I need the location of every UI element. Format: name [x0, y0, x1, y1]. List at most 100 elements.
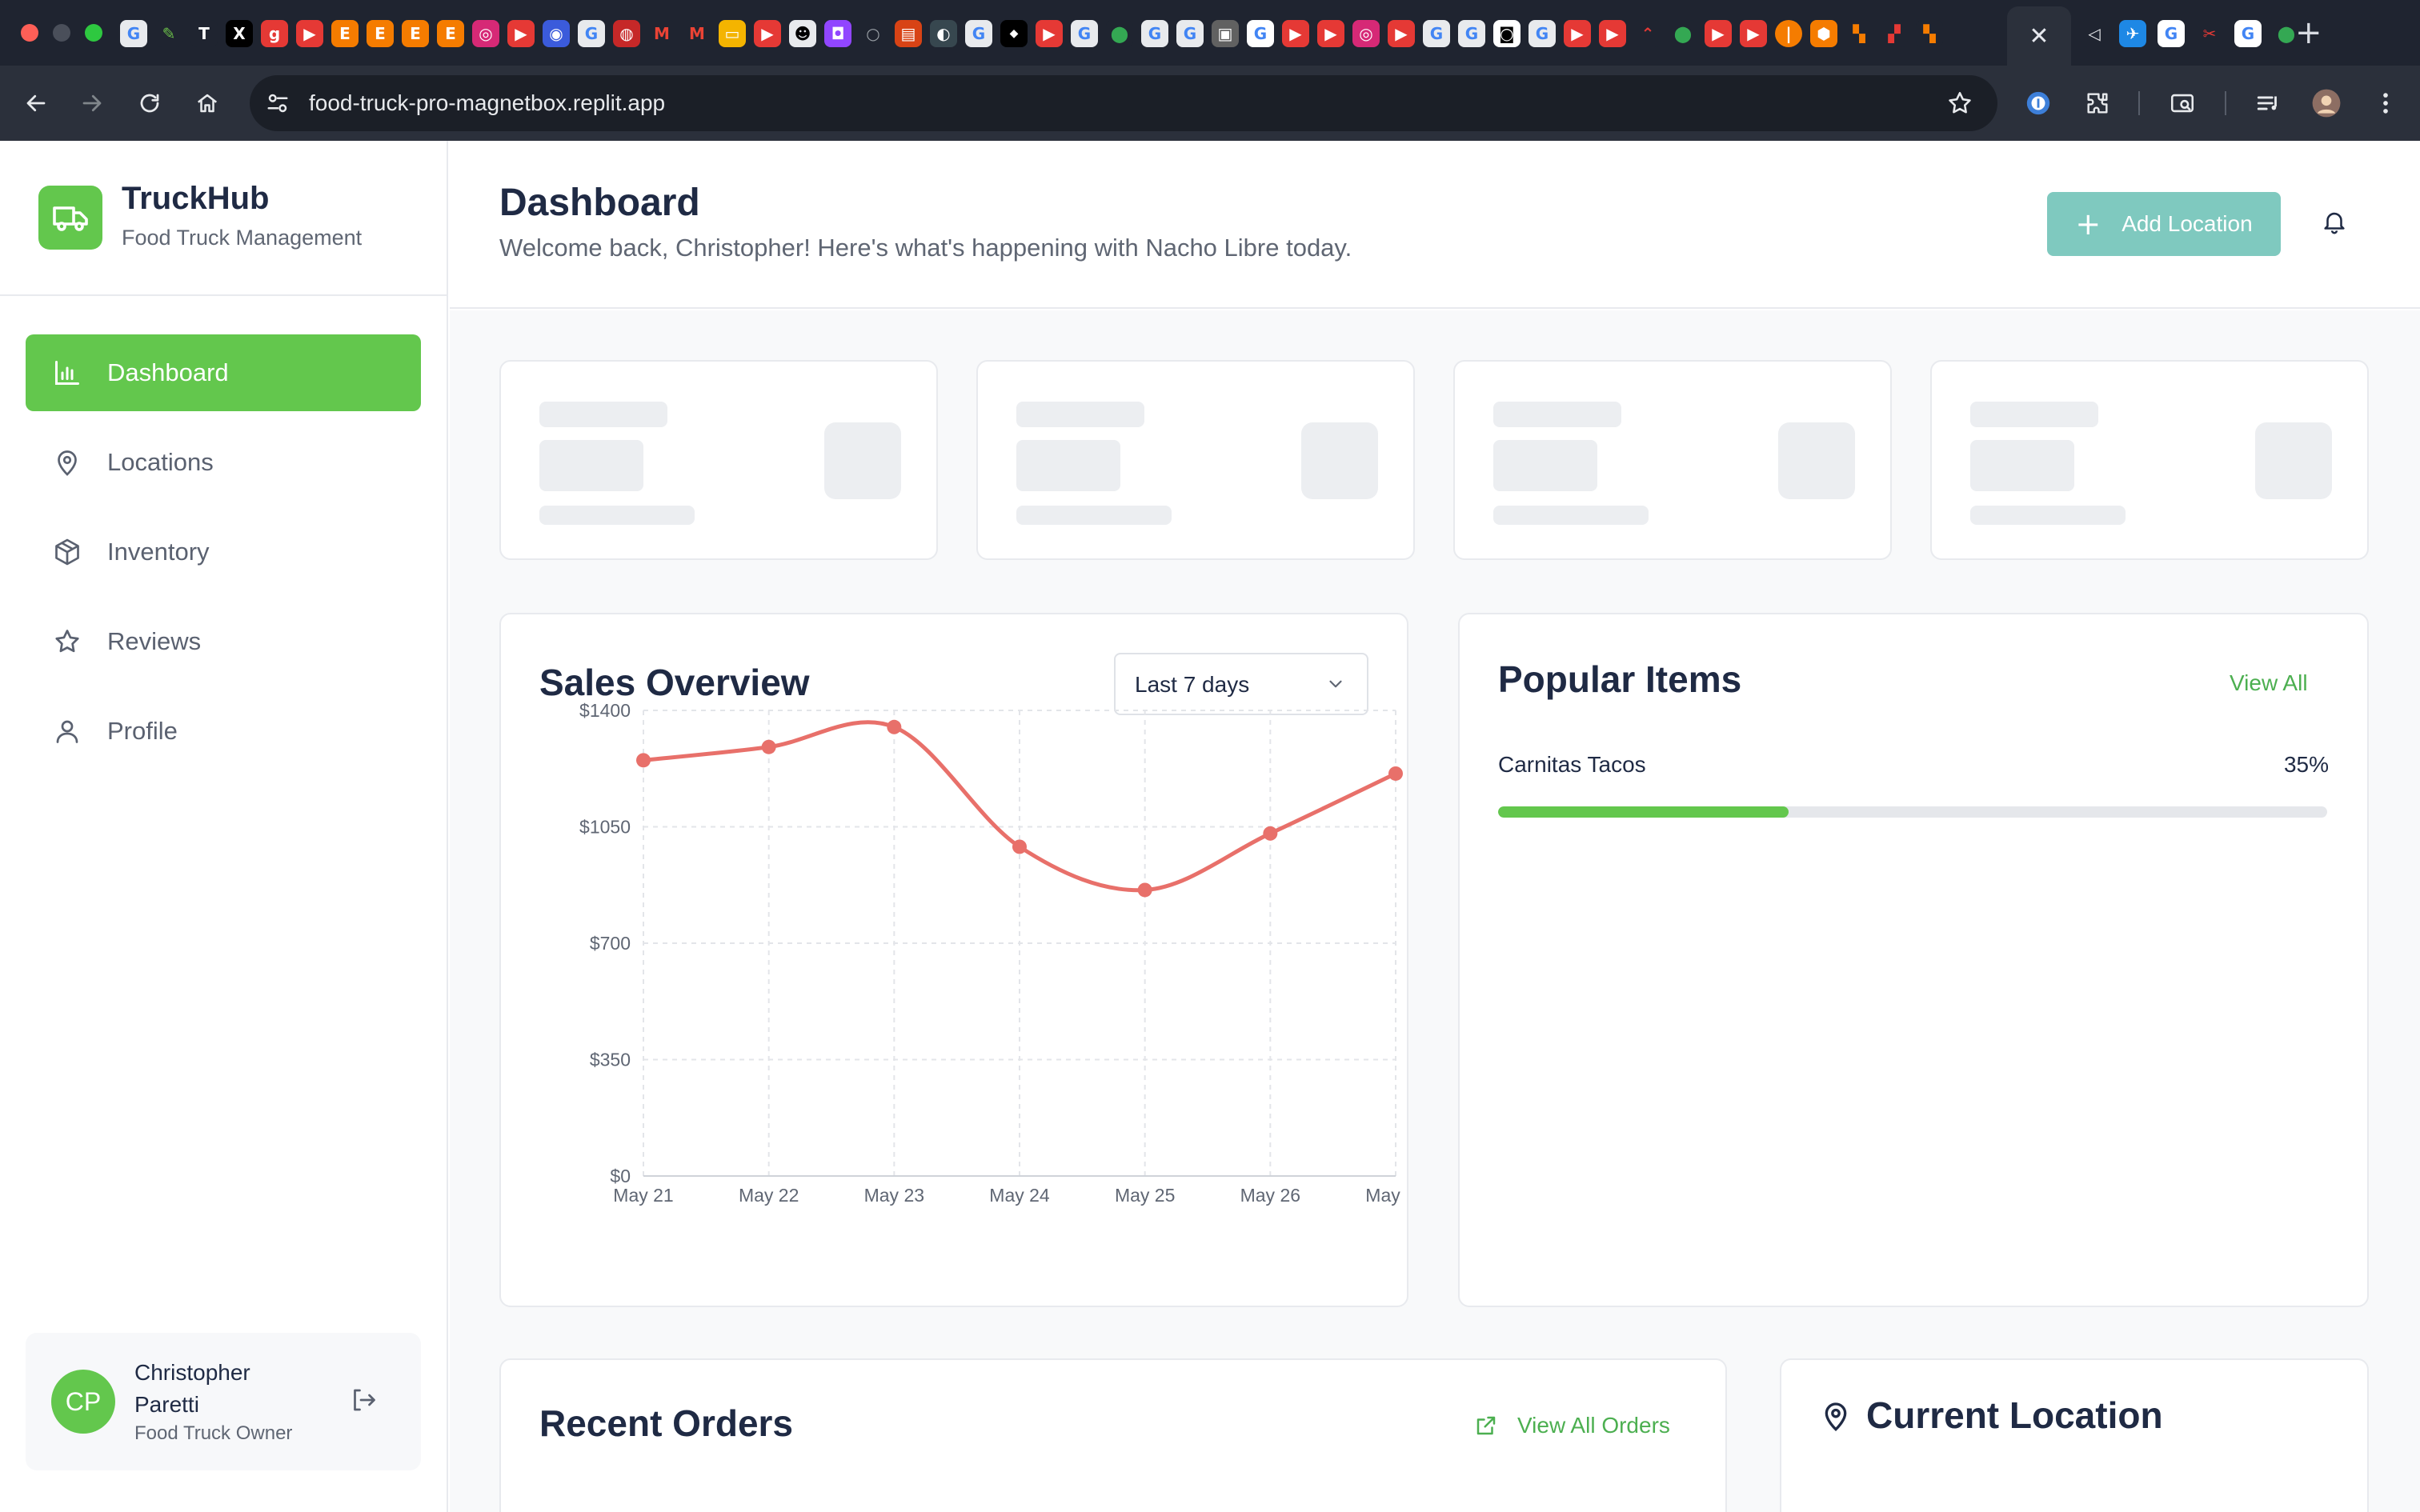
- tab-search-icon[interactable]: [2162, 83, 2202, 123]
- media-queue-icon[interactable]: [2249, 83, 2289, 123]
- maximize-window-icon[interactable]: [85, 24, 102, 42]
- profile-avatar-icon[interactable]: [2306, 83, 2346, 123]
- slides-tab-icon[interactable]: ▭: [719, 20, 746, 47]
- active-tab[interactable]: ✕: [2007, 6, 2071, 66]
- sidebar-item-inventory[interactable]: Inventory: [26, 514, 421, 590]
- google-tab-icon[interactable]: G: [1458, 20, 1485, 47]
- app-tab-icon[interactable]: ▚: [1916, 20, 1943, 47]
- instagram-tab-icon[interactable]: ◎: [472, 20, 499, 47]
- browser-menu-icon[interactable]: [2366, 83, 2406, 123]
- sidebar-item-dashboard[interactable]: Dashboard: [26, 334, 421, 411]
- app-tab-icon[interactable]: ◐: [930, 20, 957, 47]
- etsy-tab-icon[interactable]: E: [331, 20, 359, 47]
- password-manager-icon[interactable]: [2018, 83, 2058, 123]
- sidebar: TruckHub Food Truck Management Dashboard…: [0, 141, 448, 1512]
- youtube-tab-icon[interactable]: ▶: [1564, 20, 1591, 47]
- google-tab-icon[interactable]: G: [2234, 20, 2262, 47]
- maps-tab-icon[interactable]: ⬤: [1669, 20, 1697, 47]
- toolbar-separator: [2138, 91, 2140, 115]
- app-tab-icon[interactable]: ▤: [895, 20, 922, 47]
- etsy-tab-icon[interactable]: E: [367, 20, 394, 47]
- etsy-tab-icon[interactable]: E: [437, 20, 464, 47]
- close-window-icon[interactable]: [21, 24, 38, 42]
- address-bar[interactable]: food-truck-pro-magnetbox.replit.app: [250, 75, 1997, 131]
- youtube-tab-icon[interactable]: ▶: [1599, 20, 1626, 47]
- youtube-tab-icon[interactable]: ▶: [296, 20, 323, 47]
- reload-icon[interactable]: [130, 83, 170, 123]
- app-tab-icon[interactable]: ✈: [2119, 20, 2146, 47]
- app-tab-icon[interactable]: ◍: [613, 20, 640, 47]
- close-tab-icon[interactable]: ✕: [2029, 22, 2049, 50]
- google-tab-icon[interactable]: G: [965, 20, 992, 47]
- view-all-link[interactable]: View All: [2230, 670, 2308, 696]
- forward-icon[interactable]: [72, 83, 112, 123]
- gmail-tab-icon[interactable]: M: [683, 20, 711, 47]
- maps-tab-icon[interactable]: ⬤: [1106, 20, 1133, 47]
- sidebar-item-reviews[interactable]: Reviews: [26, 603, 421, 680]
- app-tab-icon[interactable]: ☻: [789, 20, 816, 47]
- skeleton-line: [539, 506, 695, 525]
- speaker-tab-icon[interactable]: ◁: [2081, 20, 2108, 47]
- loading-tab-icon[interactable]: ○: [859, 20, 887, 47]
- logout-icon[interactable]: [349, 1386, 381, 1418]
- youtube-tab-icon[interactable]: ▶: [754, 20, 781, 47]
- sidebar-item-profile[interactable]: Profile: [26, 693, 421, 770]
- google-tab-icon[interactable]: G: [1071, 20, 1098, 47]
- sales-data-point: [1137, 882, 1152, 898]
- url-text[interactable]: food-truck-pro-magnetbox.replit.app: [309, 90, 665, 116]
- youtube-tab-icon[interactable]: ▶: [1705, 20, 1732, 47]
- app-tab-icon[interactable]: ◙: [1493, 20, 1521, 47]
- youtube-tab-icon[interactable]: ▶: [1036, 20, 1063, 47]
- google-tab-icon[interactable]: G: [1247, 20, 1274, 47]
- user-role: Food Truck Owner: [134, 1422, 293, 1444]
- skeleton-icon: [824, 422, 901, 499]
- app-tab-icon[interactable]: ◉: [543, 20, 570, 47]
- google-tab-icon[interactable]: G: [1176, 20, 1204, 47]
- new-tab-icon[interactable]: +: [2295, 14, 2322, 51]
- minimize-window-icon[interactable]: [53, 24, 70, 42]
- bell-icon[interactable]: [2321, 208, 2353, 240]
- app-tab-icon[interactable]: |: [1775, 20, 1802, 47]
- x-tick-label: May 24: [989, 1185, 1050, 1206]
- google-tab-icon[interactable]: G: [2158, 20, 2185, 47]
- gmail-tab-icon[interactable]: M: [648, 20, 675, 47]
- youtube-tab-icon[interactable]: ▶: [1388, 20, 1415, 47]
- twitch-tab-icon[interactable]: ◘: [824, 20, 851, 47]
- google-tab-icon[interactable]: G: [1423, 20, 1450, 47]
- nyt-tab-icon[interactable]: T: [190, 20, 218, 47]
- app-tab-icon[interactable]: ▚: [1845, 20, 1873, 47]
- sidebar-item-label: Profile: [107, 717, 178, 745]
- app-tab-icon[interactable]: ✂: [2196, 20, 2223, 47]
- etsy-tab-icon[interactable]: E: [402, 20, 429, 47]
- sales-data-point: [761, 739, 776, 754]
- box-tab-icon[interactable]: ▣: [1212, 20, 1239, 47]
- x-tab-icon[interactable]: X: [226, 20, 253, 47]
- app-tab-icon[interactable]: ◆: [1000, 20, 1028, 47]
- skeleton-line: [1016, 402, 1144, 427]
- back-icon[interactable]: [16, 83, 56, 123]
- google-tab-icon[interactable]: G: [1141, 20, 1168, 47]
- google-tab-icon[interactable]: G: [120, 20, 147, 47]
- add-location-button[interactable]: + Add Location: [2047, 192, 2281, 256]
- popular-item-percent: 35%: [2283, 752, 2329, 777]
- youtube-tab-icon[interactable]: ▶: [1282, 20, 1309, 47]
- leaf-tab-icon[interactable]: ✎: [155, 20, 182, 47]
- home-icon[interactable]: [187, 83, 227, 123]
- site-settings-icon[interactable]: [266, 91, 290, 119]
- map-pin-icon: [51, 446, 83, 478]
- instagram-tab-icon[interactable]: ◎: [1352, 20, 1380, 47]
- youtube-tab-icon[interactable]: ▶: [1317, 20, 1344, 47]
- youtube-tab-icon[interactable]: ▶: [507, 20, 535, 47]
- app-tab-icon[interactable]: ⬢: [1810, 20, 1837, 47]
- view-all-orders-link[interactable]: View All Orders: [1474, 1413, 1670, 1438]
- sidebar-item-locations[interactable]: Locations: [26, 424, 421, 501]
- google-tab-icon[interactable]: G: [1529, 20, 1556, 47]
- bookmark-star-icon[interactable]: [1946, 90, 1973, 121]
- g-tab-icon[interactable]: g: [261, 20, 288, 47]
- app-tab-icon[interactable]: ▞: [1881, 20, 1908, 47]
- google-tab-icon[interactable]: G: [578, 20, 605, 47]
- app-tab-icon[interactable]: ⌃: [1634, 20, 1661, 47]
- page-subtitle: Welcome back, Christopher! Here's what's…: [499, 234, 1352, 262]
- youtube-tab-icon[interactable]: ▶: [1740, 20, 1767, 47]
- extensions-icon[interactable]: [2077, 83, 2118, 123]
